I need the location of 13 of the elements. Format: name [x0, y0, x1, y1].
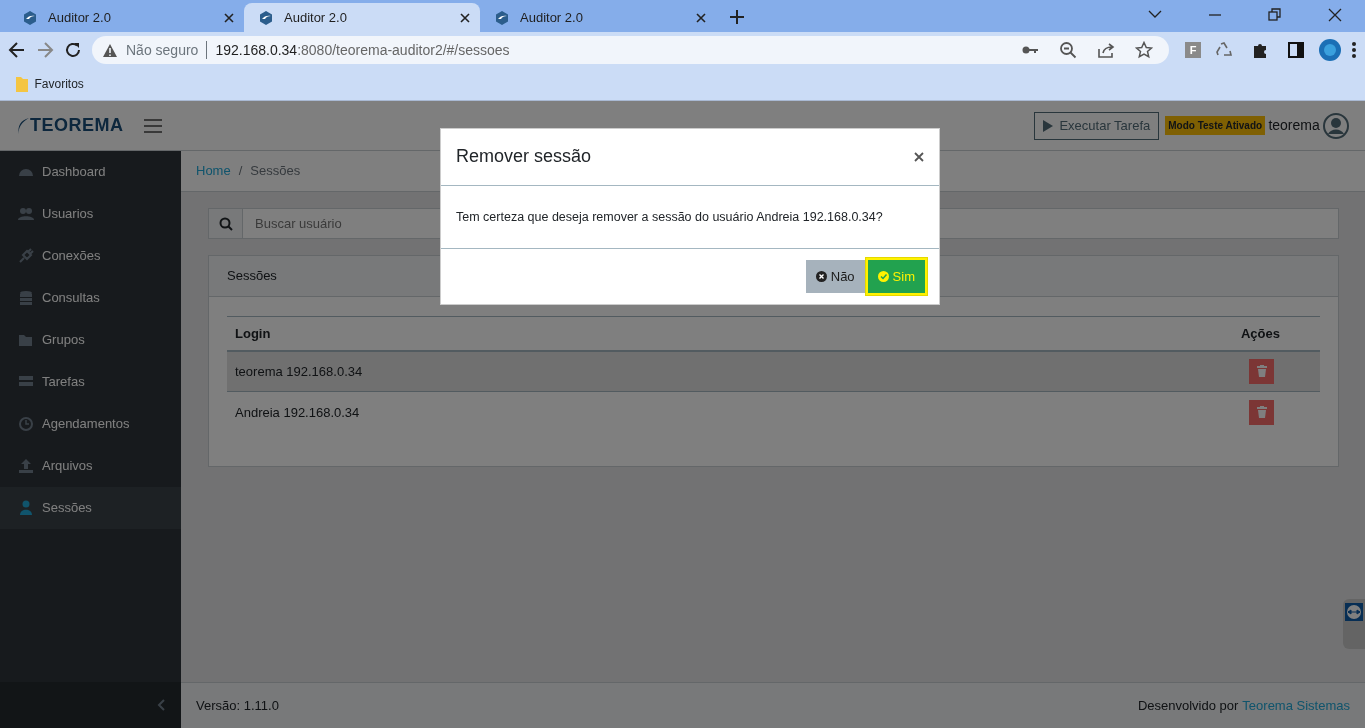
breadcrumb-current: Sessões — [250, 162, 301, 181]
modal-title: Remover sessão — [456, 146, 593, 168]
column-header: Login — [227, 316, 907, 351]
logo: TEOREMA — [30, 114, 124, 137]
version-text: Versão: 1.11.0 — [196, 696, 279, 715]
table-cell: Andreia 192.168.0.34 — [227, 391, 907, 433]
url-text: 192.168.0.34:8080/teorema-auditor2/#/sessoes — [215, 40, 510, 60]
breadcrumb-separator: / — [238, 162, 243, 181]
column-header: Ações — [906, 316, 1320, 351]
mode-badge: Modo Teste Ativado — [1165, 116, 1266, 135]
credit-text: Desenvolvido por — [1137, 696, 1239, 715]
modal-message: Tem certeza que deseja remover a sessão do usuário Andreia 192.168.0.34? — [441, 186, 939, 249]
table-cell: teorema 192.168.0.34 — [227, 350, 907, 392]
